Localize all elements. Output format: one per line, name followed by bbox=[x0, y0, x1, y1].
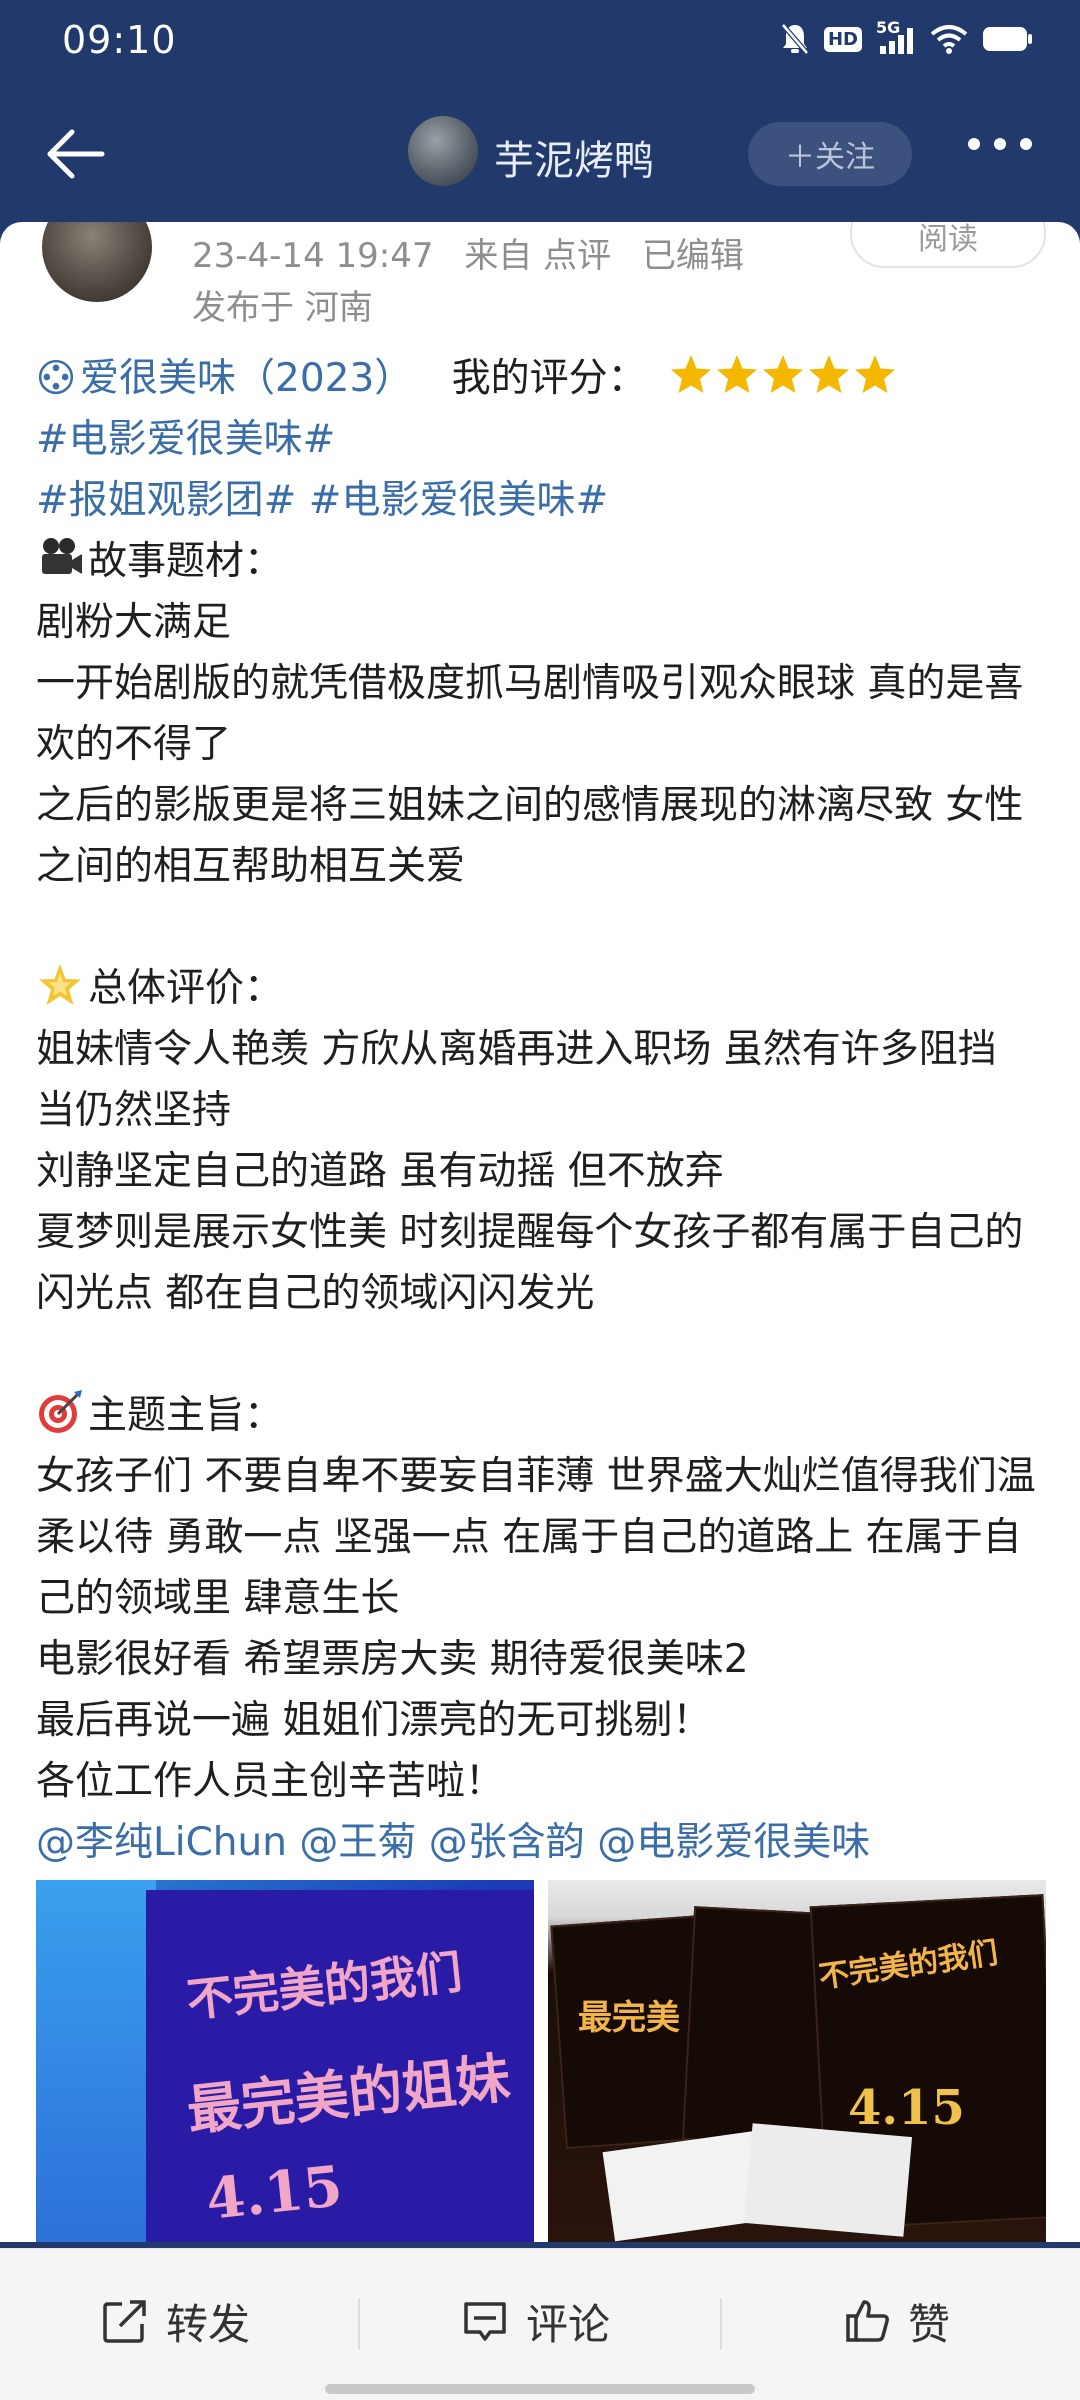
comment-icon bbox=[464, 2302, 506, 2341]
follow-button[interactable]: ＋关注 bbox=[748, 122, 912, 186]
like-label: 赞 bbox=[908, 2299, 951, 2349]
image-backdrop bbox=[36, 1880, 156, 2242]
star-icon bbox=[717, 355, 758, 393]
image-grid: 不完美的我们 最完美的姐妹 4.15 不完美的我们 最完美 4.15 bbox=[36, 1880, 1046, 2242]
like-button[interactable]: 赞 bbox=[842, 2291, 950, 2351]
read-button[interactable]: 阅读 bbox=[850, 222, 1046, 268]
comment-button[interactable]: 评论 bbox=[460, 2291, 610, 2351]
back-arrow-icon[interactable] bbox=[38, 118, 110, 190]
image-caption: 最完美 bbox=[578, 1998, 680, 2038]
status-icons: HD 5G bbox=[780, 18, 1034, 56]
mention-link[interactable]: @张含韵 bbox=[429, 1820, 585, 1865]
wifi-icon bbox=[930, 25, 968, 54]
text-paragraph: 一开始剧版的就凭借极度抓马剧情吸引观众眼球 真的是喜欢的不得了 bbox=[36, 661, 1024, 767]
image-caption: 4.15 bbox=[848, 2080, 965, 2136]
section-title-text: 总体评价： bbox=[88, 966, 284, 1011]
hashtag-line-2: #报姐观影团# #电影爱很美味# bbox=[36, 470, 1046, 531]
glowing-star-icon bbox=[39, 964, 81, 1005]
nav-avatar[interactable] bbox=[408, 116, 478, 186]
post-edited: 已编辑 bbox=[641, 236, 744, 276]
repost-label: 转发 bbox=[166, 2299, 251, 2349]
text-line: 最后再说一遍 姐姐们漂亮的无可挑剔！ bbox=[36, 1698, 712, 1743]
text-paragraph: 夏梦则是展示女性美 时刻提醒每个女孩子都有属于自己的闪光点 都在自己的领域闪闪发… bbox=[36, 1210, 1024, 1316]
post-source: 来自 点评 bbox=[464, 236, 612, 276]
hashtag-link[interactable]: #电影爱很美味# bbox=[309, 478, 608, 523]
hashtag-link[interactable]: #报姐观影团# bbox=[36, 478, 296, 523]
divider bbox=[720, 2299, 722, 2349]
mute-icon bbox=[781, 23, 809, 55]
post-image-1[interactable]: 不完美的我们 最完美的姐妹 4.15 bbox=[36, 1880, 534, 2242]
thumbs-up-icon bbox=[846, 2300, 889, 2342]
rating-stars bbox=[669, 353, 897, 397]
nav-bar: 芋泥烤鸭 ＋关注 bbox=[0, 84, 1080, 224]
movie-camera-icon bbox=[42, 538, 82, 574]
post-meta: 23-4-14 19:47 来自 点评 已编辑 bbox=[192, 228, 764, 277]
battery-icon bbox=[983, 27, 1032, 51]
section-title-text: 主题主旨： bbox=[88, 1393, 284, 1438]
text-paragraph: 女孩子们 不要自卑不要妄自菲薄 世界盛大灿烂值得我们温柔以待 勇敢一点 坚强一点… bbox=[36, 1454, 1036, 1621]
star-icon bbox=[809, 355, 850, 393]
repost-icon bbox=[103, 2300, 146, 2343]
dot bbox=[968, 138, 980, 150]
divider bbox=[358, 2299, 360, 2349]
film-reel-icon bbox=[38, 359, 74, 395]
dot bbox=[1020, 138, 1032, 150]
section-title-3: 主题主旨： bbox=[36, 1385, 1046, 1446]
target-icon bbox=[39, 1390, 82, 1433]
text-paragraph: 姐妹情令人艳羡 方欣从离婚再进入职场 虽然有许多阻挡 当仍然坚持 bbox=[36, 1027, 997, 1133]
hashtag-line-1: #电影爱很美味# bbox=[36, 409, 1046, 470]
status-bar: 09:10 HD 5G bbox=[0, 0, 1080, 84]
mention-link[interactable]: @李纯LiChun bbox=[36, 1820, 287, 1865]
section-title-1: 故事题材： bbox=[36, 531, 1046, 592]
text-line: 刘静坚定自己的道路 虽有动摇 但不放弃 bbox=[36, 1149, 724, 1194]
rating-label: 我的评分： bbox=[451, 356, 647, 401]
star-icon bbox=[855, 355, 896, 393]
text-line: 各位工作人员主创辛苦啦！ bbox=[36, 1759, 505, 1804]
hashtag-link[interactable]: #电影爱很美味# bbox=[36, 417, 335, 462]
mentions-line: @李纯LiChun @王菊 @张含韵 @电影爱很美味 bbox=[36, 1812, 1046, 1873]
rating-topic-link[interactable]: 爱很美味（2023） bbox=[80, 356, 413, 401]
text-line: 剧粉大满足 bbox=[36, 600, 232, 645]
status-time: 09:10 bbox=[62, 18, 177, 62]
hd-icon: HD bbox=[823, 26, 862, 52]
mention-link[interactable]: @电影爱很美味 bbox=[597, 1820, 870, 1865]
nav-username[interactable]: 芋泥烤鸭 bbox=[494, 128, 654, 186]
text-paragraph: 之后的影版更是将三姐妹之间的感情展现的淋漓尽致 女性之间的相互帮助相互关爱 bbox=[36, 783, 1024, 889]
section-title-2: 总体评价： bbox=[36, 958, 1046, 1019]
repost-button[interactable]: 转发 bbox=[100, 2291, 250, 2351]
post-avatar[interactable] bbox=[42, 222, 152, 302]
post-image-2[interactable]: 不完美的我们 最完美 4.15 bbox=[548, 1880, 1046, 2242]
5g-signal-icon: 5G bbox=[876, 18, 916, 56]
dot bbox=[994, 138, 1006, 150]
section-title-text: 故事题材： bbox=[88, 539, 284, 584]
mention-link[interactable]: @王菊 bbox=[299, 1820, 416, 1865]
home-indicator[interactable] bbox=[325, 2384, 755, 2394]
more-dots-icon[interactable] bbox=[968, 138, 1032, 150]
screen: 09:10 HD 5G 芋泥烤鸭 ＋关注 阅读 23-4-14 19:47 来自… bbox=[0, 0, 1080, 2400]
post-card: 阅读 23-4-14 19:47 来自 点评 已编辑 发布于 河南 爱很美味（2… bbox=[0, 222, 1080, 2242]
post-time: 23-4-14 19:47 bbox=[192, 236, 434, 276]
text-line: 电影很好看 希望票房大卖 期待爱很美味2 bbox=[36, 1637, 749, 1682]
ticket bbox=[743, 2123, 913, 2237]
action-bar: 转发 评论 赞 bbox=[0, 2248, 1080, 2400]
star-icon bbox=[671, 355, 712, 393]
comment-label: 评论 bbox=[526, 2299, 611, 2349]
rating-line: 爱很美味（2023） 我的评分： bbox=[36, 348, 1046, 409]
post-location: 发布于 河南 bbox=[192, 288, 373, 328]
star-icon bbox=[763, 355, 804, 393]
post-body: 爱很美味（2023） 我的评分： #电影爱很美味# #报姐观影团# #电影爱很美… bbox=[36, 348, 1046, 1873]
